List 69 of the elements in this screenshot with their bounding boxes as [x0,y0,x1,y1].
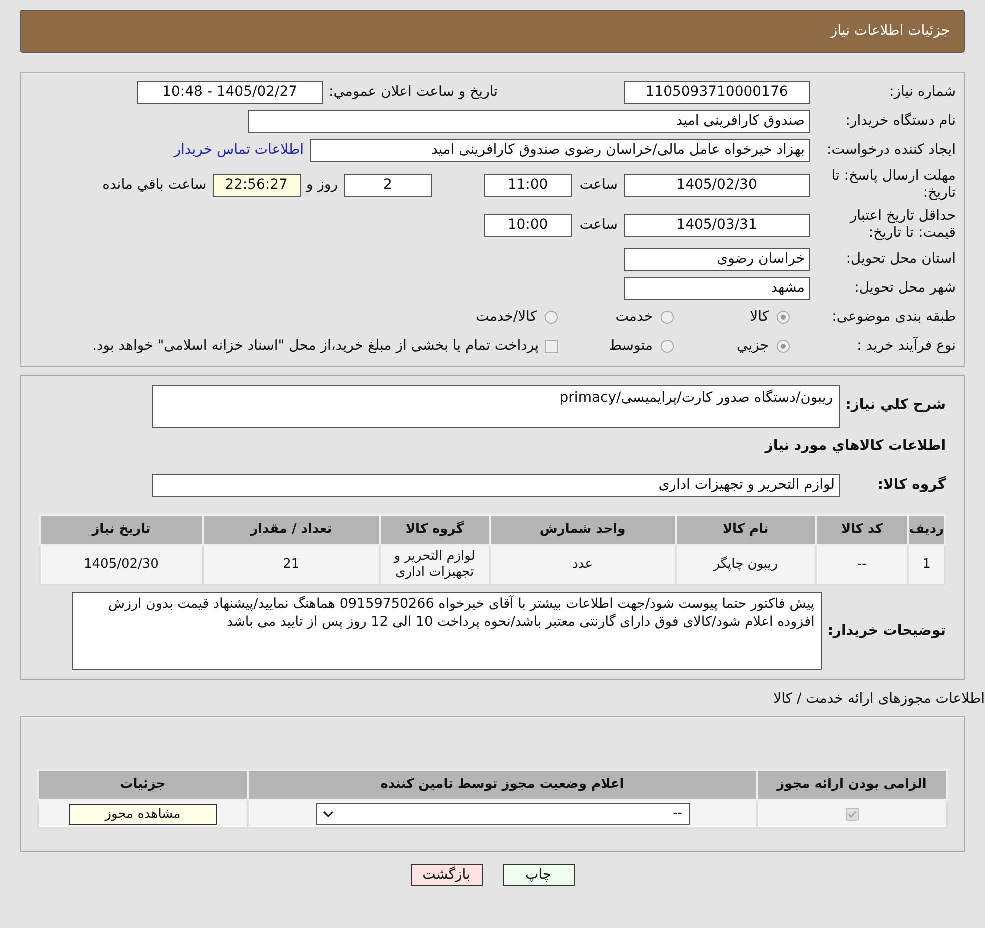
text-field[interactable]: 1105093710000176 [624,81,810,104]
column-header: جزئیات [38,770,248,800]
table-cell: لوازم التحریر و تجهیزات اداری [380,545,490,585]
text-area[interactable]: پیش فاکتور حتما پیوست شود/جهت اطلاعات بیشتر با آقای خیرخواه 09159750266 هماهنگ نمایید/پیشنهاد قیمت بدون ارزش افزوده اعلام شود/کالای فوق دارای گارنتی معتبر باشد/نحوه پرداخت 10 الی 12 روز پس از تایید می باشد [72,592,822,670]
field-label: نوع فرآیند خرید : [856,338,956,355]
page-title: جزئیات اطلاعات نیاز [830,22,950,41]
field-label: خدمت [616,309,653,326]
column-header: نام کالا [676,515,816,545]
field-label: روز و [306,176,338,194]
table-cell: -- [816,545,908,585]
column-header: ردیف [908,515,945,545]
field-label: شرح کلي نیاز: [846,396,946,415]
field-label: ساعت [578,176,618,194]
field-label: ساعت باقي مانده [102,176,206,194]
column-header: تاریخ نیاز [40,515,203,545]
table-cell: 1405/02/30 [40,545,203,585]
radio-button[interactable] [661,340,674,353]
field-label: جزيي [737,338,769,355]
checkbox[interactable] [545,340,558,353]
column-header: واحد شمارش [490,515,676,545]
field-label: گروه کالا: [876,475,946,495]
table-cell: ریبون چاپگر [676,545,816,585]
text-field[interactable]: مشهد [624,277,810,300]
field-label: استان محل تحویل: [845,251,956,268]
field-label: نام دستگاه خریدار: [844,113,956,130]
field-label: ایجاد کننده درخواست: [826,142,956,159]
chevron-down-icon [322,810,334,818]
field-label: شهر محل تحویل: [854,280,956,297]
column-header: کد کالا [816,515,908,545]
field-label: کالا/خدمت [476,309,537,326]
check-icon [848,810,856,818]
field-label: مهلت ارسال پاسخ: تا تاریخ: [830,168,956,202]
text-field[interactable]: 11:00 [484,174,572,196]
field-label: تاریخ و ساعت اعلان عمومي: [329,84,498,101]
text-field[interactable]: 1405/02/30 [624,174,810,196]
text-field[interactable]: 1405/02/27 - 10:48 [137,81,324,104]
field-label: کالا [750,309,769,326]
column-header: تعداد / مقدار [202,515,380,545]
radio-button[interactable] [545,311,558,324]
radio-button[interactable] [777,340,790,353]
field-label: پرداخت تمام یا بخشی از مبلغ خرید،از محل "اسناد خزانه اسلامی" خواهد بود. [92,338,539,355]
text-field[interactable]: لوازم التحریر و تجهیزات اداری [152,474,840,497]
field-label: حداقل تاریخ اعتبار قیمت: تا تاریخ: [848,208,956,242]
radio-button[interactable] [777,311,790,324]
column-header: گروه کالا [380,515,490,545]
radio-button[interactable] [661,311,674,324]
text-field[interactable]: 2 [344,174,432,196]
text-field[interactable]: 22:56:27 [212,174,300,196]
table-cell: 1 [908,545,945,585]
text-field[interactable]: بهزاد خیرخواه عامل مالی/خراسان رضوی صندوق کارافرینی امید [310,139,810,162]
text-field[interactable]: 10:00 [484,214,572,236]
section-heading: اطلاعات مجوزهای ارائه خدمت / کالا [774,691,985,707]
field-label: متوسط [609,338,653,355]
section-heading: اطلاعات کالاهاي مورد نیاز [764,437,946,456]
column-header: الزامی بودن ارائه مجوز [757,770,947,800]
field-label: طبقه بندی موضوعی: [831,309,956,326]
text-area[interactable]: ریبون/دستگاه صدور کارت/پرایمیسی/primacy [152,385,840,428]
table-cell: عدد [490,545,676,585]
text-field[interactable]: 1405/03/31 [624,214,810,236]
action-button[interactable]: چاپ [502,864,574,886]
text-field[interactable]: صندوق کارافرینی امید [248,110,810,133]
buyer-contact-link[interactable]: اطلاعات تماس خریدار [174,140,304,161]
field-label: شماره نیاز: [888,84,956,101]
table-cell: 21 [202,545,380,585]
field-label: توضیحات خریدار: [828,622,946,640]
text-field[interactable]: خراسان رضوی [624,248,810,271]
action-button[interactable]: بازگشت [410,864,482,886]
field-label: ساعت [578,216,618,234]
column-header: اعلام وضعیت مجوز توسط تامین کننده [248,770,757,800]
